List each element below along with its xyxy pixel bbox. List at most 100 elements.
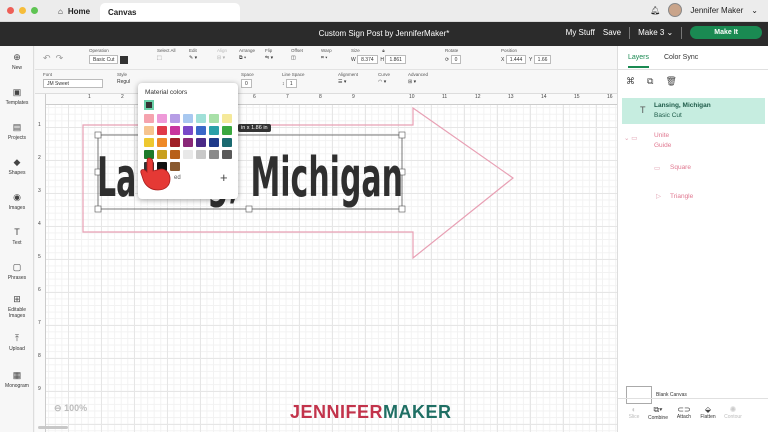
operation-color-swatch[interactable]	[120, 55, 129, 64]
offset-icon[interactable]: ◫	[291, 55, 303, 61]
zoom-window-button[interactable]	[31, 7, 38, 14]
my-stuff-link[interactable]: My Stuff	[566, 28, 595, 37]
tab-home[interactable]: ⌂ Home	[48, 3, 100, 20]
width-input[interactable]: 8.374	[357, 55, 378, 64]
curve-icon[interactable]: ◠ ▾	[378, 79, 390, 85]
color-swatch[interactable]	[170, 126, 180, 135]
color-swatch[interactable]	[183, 126, 193, 135]
machine-select[interactable]: Make 3 ⌄	[638, 28, 673, 37]
color-swatch[interactable]	[222, 138, 232, 147]
color-swatch[interactable]	[209, 138, 219, 147]
minimize-window-button[interactable]	[19, 7, 26, 14]
color-swatch[interactable]	[144, 126, 154, 135]
color-swatch[interactable]	[144, 138, 154, 147]
color-swatch[interactable]	[183, 138, 193, 147]
chevron-down-icon[interactable]: ⌄	[624, 135, 629, 142]
color-swatch[interactable]	[209, 150, 219, 159]
flatten-button[interactable]: ⬙ Flatten	[696, 405, 720, 420]
rail-templates[interactable]: ▣ Templates	[0, 87, 34, 106]
avatar[interactable]	[668, 3, 683, 17]
rotate-input[interactable]: 0	[450, 55, 462, 64]
color-swatch[interactable]	[209, 126, 219, 135]
line-space-input[interactable]: 1	[285, 79, 297, 88]
rail-text[interactable]: T Text	[0, 227, 34, 246]
color-swatch[interactable]	[222, 150, 232, 159]
color-swatch[interactable]	[196, 126, 206, 135]
zoom-out-icon[interactable]: ⊖	[54, 403, 62, 413]
style-select[interactable]: Regul	[117, 79, 130, 85]
contour-button[interactable]: ✺ Contour	[721, 405, 745, 420]
duplicate-icon[interactable]: ⧉	[647, 76, 653, 87]
close-window-button[interactable]	[7, 7, 14, 14]
attach-button[interactable]: ⊂⊃ Attach	[672, 405, 696, 420]
rail-upload[interactable]: ⤒ Upload	[0, 333, 34, 352]
make-it-button[interactable]: Make It	[690, 26, 762, 39]
current-color-swatch[interactable]	[144, 100, 154, 110]
layer-item-text[interactable]: T Lansing, Michigan Basic Cut	[622, 98, 765, 124]
color-swatch[interactable]	[144, 114, 154, 123]
tab-canvas[interactable]: Canvas	[100, 3, 240, 21]
trash-icon[interactable]: 🗑︎	[665, 76, 676, 87]
operation-select[interactable]: Basic Cut	[89, 55, 119, 64]
color-swatch[interactable]	[196, 114, 206, 123]
chevron-down-icon[interactable]: ⌄	[751, 6, 758, 15]
ruler-tick-label: 3	[38, 188, 41, 194]
tab-color-sync[interactable]: Color Sync	[664, 54, 698, 61]
resize-handle[interactable]	[398, 131, 406, 139]
advanced-icon[interactable]: ⊞ ▾	[408, 79, 428, 85]
rail-images[interactable]: ◉ Images	[0, 192, 34, 211]
letter-space-input[interactable]: 0	[241, 79, 252, 88]
layer-child-square[interactable]: Square	[670, 164, 691, 171]
color-swatch[interactable]	[209, 114, 219, 123]
rail-editable-images[interactable]: ⊞ Editable Images	[0, 294, 34, 319]
x-input[interactable]: 1.444	[505, 55, 527, 64]
group-icon[interactable]: ⌘	[626, 76, 635, 87]
arrange-icon[interactable]: ⧉ ▾	[239, 55, 255, 61]
top-ruler: 1 2 3 4 5 6 7 8 9 10 11 12 13 14 15 16	[35, 94, 617, 105]
alignment-icon[interactable]: ☰ ▾	[338, 79, 358, 85]
color-swatch[interactable]	[222, 114, 232, 123]
design-canvas[interactable]: Lansing, Michigan	[35, 94, 617, 432]
select-all-icon[interactable]: ⬚	[157, 55, 176, 61]
rail-monogram[interactable]: ▦ Monogram	[0, 370, 34, 389]
color-swatch[interactable]	[170, 114, 180, 123]
combine-button[interactable]: ⧉▾ Combine	[646, 405, 670, 421]
layer-group-unite[interactable]: ⌄ ▭	[624, 134, 639, 142]
save-button[interactable]: Save	[603, 28, 621, 37]
color-swatch[interactable]	[222, 126, 232, 135]
user-name[interactable]: Jennifer Maker	[690, 6, 743, 15]
rail-shapes[interactable]: ◆ Shapes	[0, 157, 34, 176]
undo-icon[interactable]: ↶	[43, 53, 51, 63]
color-swatch[interactable]	[196, 150, 206, 159]
edit-icon[interactable]: ✎ ▾	[189, 55, 197, 61]
rail-projects[interactable]: ▤ Projects	[0, 122, 34, 141]
rail-label: Projects	[7, 135, 27, 141]
rail-new[interactable]: ⊕ New	[0, 52, 34, 71]
color-swatch[interactable]	[157, 138, 167, 147]
layer-child-triangle[interactable]: Triangle	[670, 193, 693, 200]
add-color-icon[interactable]: +	[220, 170, 228, 185]
horizontal-scrollbar[interactable]	[38, 426, 68, 429]
color-swatch[interactable]	[183, 114, 193, 123]
color-swatch[interactable]	[157, 114, 167, 123]
height-input[interactable]: 1.861	[385, 55, 406, 64]
lock-icon[interactable]: 🔒︎	[382, 48, 384, 53]
operation-label: Operation	[89, 48, 109, 53]
color-swatch[interactable]	[170, 138, 180, 147]
tab-layers[interactable]: Layers	[628, 54, 650, 68]
flip-icon[interactable]: ⇋ ▾	[265, 55, 273, 61]
align-icon[interactable]: ⊟ ▾	[217, 55, 227, 61]
zoom-level[interactable]: ⊖ 100%	[54, 403, 87, 414]
color-swatch[interactable]	[183, 150, 193, 159]
y-input[interactable]: 1.66	[533, 55, 552, 64]
bell-icon[interactable]: 🔔︎	[650, 6, 660, 15]
warp-icon[interactable]: ⌗ ▾	[321, 55, 332, 61]
color-swatch[interactable]	[196, 138, 206, 147]
color-swatch[interactable]	[157, 126, 167, 135]
redo-icon[interactable]: ↷	[56, 53, 64, 63]
group-title: Unite	[654, 132, 670, 139]
rail-phrases[interactable]: ▢ Phrases	[0, 262, 34, 281]
font-select[interactable]: JM Sweet	[43, 79, 103, 88]
slice-button[interactable]: ◐ Slice	[622, 405, 646, 420]
resize-handle[interactable]	[94, 131, 102, 139]
